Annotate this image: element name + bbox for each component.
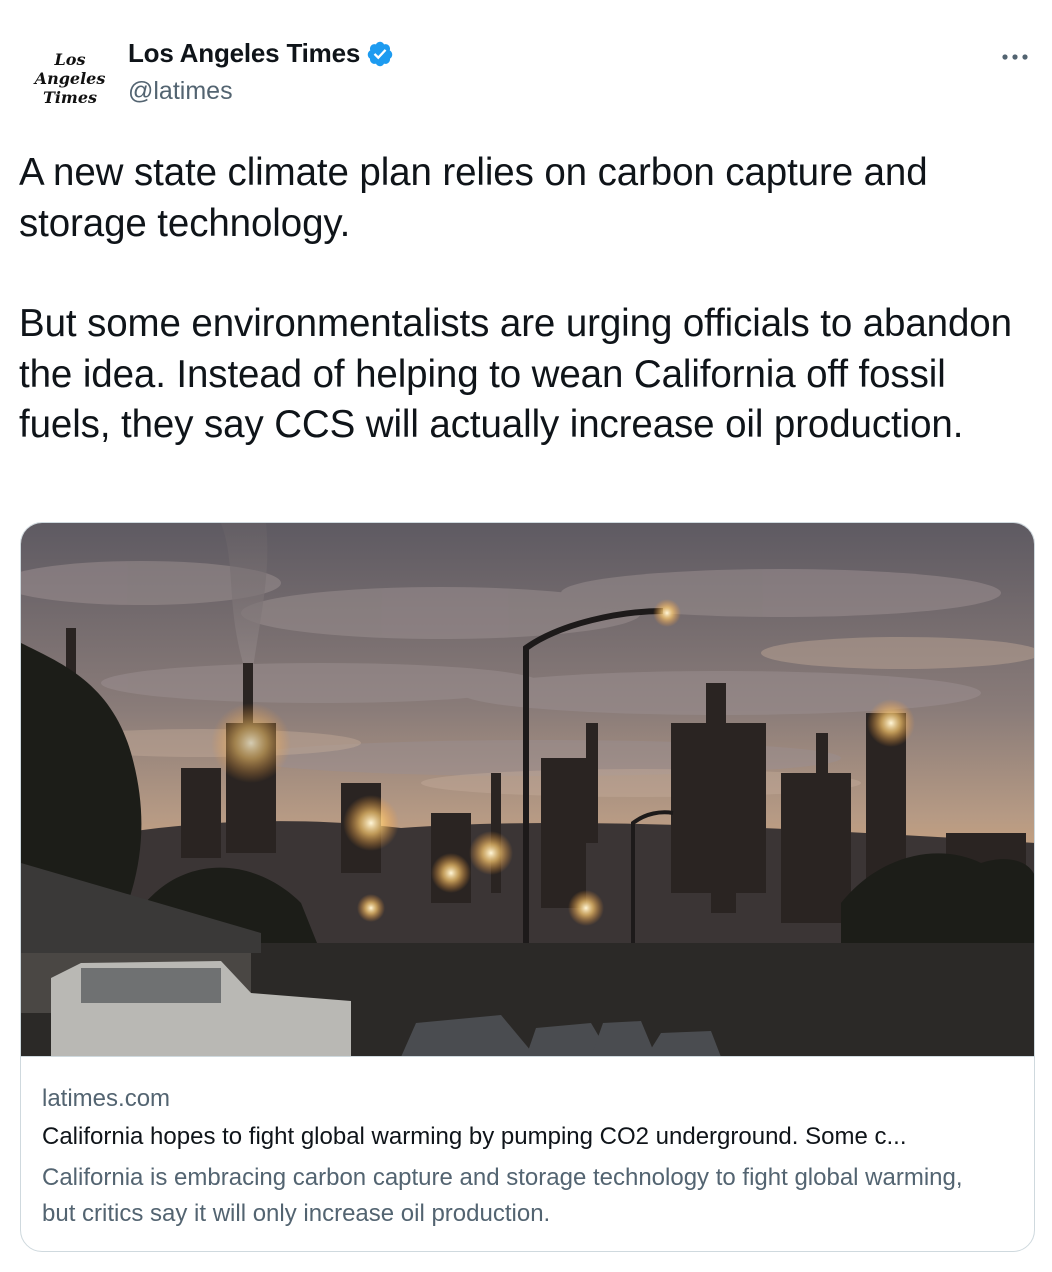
verified-badge-icon [367, 41, 393, 66]
avatar-line-3: Times [42, 87, 98, 107]
author-display-name[interactable]: Los Angeles Times [128, 38, 360, 69]
more-options-icon[interactable] [998, 40, 1032, 74]
avatar-line-2: Angeles [34, 68, 106, 88]
tweet-header: Los Angeles Times Los Angeles Times @lat… [0, 0, 1052, 130]
avatar-line-1: Los [54, 49, 86, 69]
card-divider [21, 1056, 1034, 1057]
card-title: California hopes to fight global warming… [42, 1123, 907, 1150]
author-handle[interactable]: @latimes [128, 77, 233, 106]
link-card[interactable]: latimes.com California hopes to fight gl… [20, 522, 1035, 1252]
card-description: California is embracing carbon capture a… [42, 1164, 963, 1227]
avatar[interactable]: Los Angeles Times [22, 38, 118, 118]
tweet-paragraph-1: A new state climate plan relies on carbo… [19, 151, 928, 245]
tweet-paragraph-2: But some environmentalists are urging of… [19, 302, 1012, 446]
refinery-photo [21, 523, 1034, 1057]
card-domain: latimes.com [42, 1085, 171, 1112]
tweet-text: A new state climate plan relies on carbo… [19, 148, 1029, 451]
author-name-row: Los Angeles Times [128, 38, 394, 69]
